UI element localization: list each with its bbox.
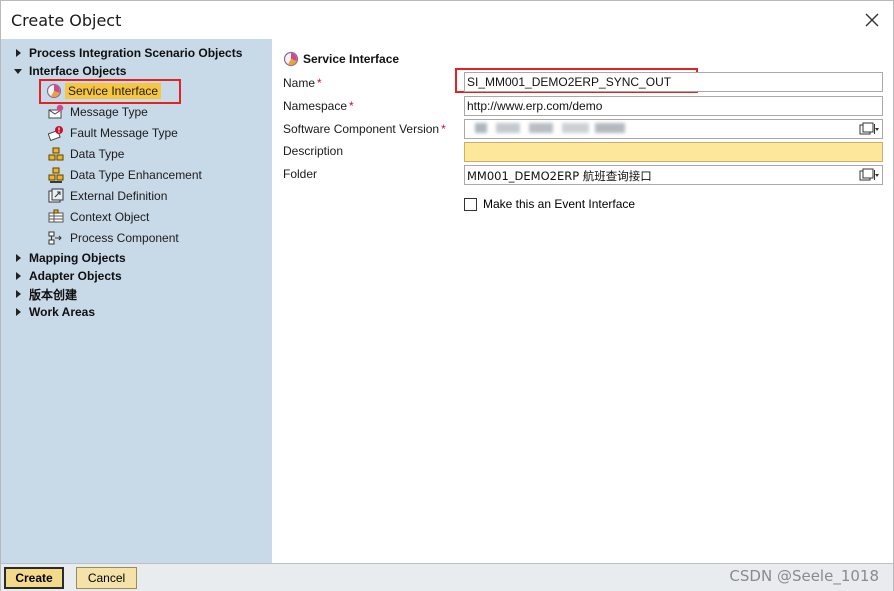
message-type-icon xyxy=(48,104,64,120)
expand-arrow-icon[interactable] xyxy=(13,47,23,59)
tree-group-adapter-objects[interactable]: Adapter Objects xyxy=(13,266,122,286)
title-bar: Create Object xyxy=(1,1,893,39)
service-interface-icon xyxy=(46,83,62,99)
tree-item-fault-message-type[interactable]: Fault Message Type xyxy=(48,123,178,143)
event-interface-option[interactable]: Make this an Event Interface xyxy=(464,197,635,211)
service-interface-icon xyxy=(283,51,299,67)
value-help-button[interactable] xyxy=(858,122,880,136)
tree-item-label: Process Component xyxy=(70,231,179,245)
tree-group-version-creation[interactable]: 版本创建 xyxy=(13,284,77,304)
tree-item-label: Data Type xyxy=(70,147,125,161)
required-marker: * xyxy=(349,99,354,113)
create-button[interactable]: Create xyxy=(4,567,64,589)
tree-item-process-component[interactable]: Process Component xyxy=(48,228,179,248)
tree-item-label: Fault Message Type xyxy=(70,126,178,140)
tree-group-mapping-objects[interactable]: Mapping Objects xyxy=(13,248,126,268)
expand-arrow-icon[interactable] xyxy=(13,270,23,282)
tree-group-process-integration-scenario-objects[interactable]: Process Integration Scenario Objects xyxy=(13,43,242,63)
folder-label: Folder xyxy=(283,167,318,181)
value-help-icon xyxy=(859,168,879,181)
process-component-icon xyxy=(48,230,64,246)
context-object-icon xyxy=(48,209,64,225)
tree-group-label: Process Integration Scenario Objects xyxy=(29,46,243,60)
fault-message-type-icon xyxy=(48,125,64,141)
tree-item-data-type[interactable]: Data Type xyxy=(48,144,124,164)
swcv-label: Software Component Version * xyxy=(283,122,446,136)
tree-item-label: Context Object xyxy=(70,210,150,224)
tree-group-label: Interface Objects xyxy=(29,64,127,78)
event-interface-checkbox[interactable] xyxy=(464,197,477,211)
tree-group-label: Adapter Objects xyxy=(29,269,122,283)
swcv-input[interactable] xyxy=(464,119,883,139)
tree-item-data-type-enhancement[interactable]: Data Type Enhancement xyxy=(48,165,202,185)
name-input[interactable]: SI_MM001_DEMO2ERP_SYNC_OUT xyxy=(464,72,883,92)
external-definition-icon xyxy=(48,188,64,204)
event-interface-label: Make this an Event Interface xyxy=(483,197,636,211)
tree-item-external-definition[interactable]: External Definition xyxy=(48,186,167,206)
close-button[interactable] xyxy=(859,7,885,33)
close-icon xyxy=(865,13,879,27)
expand-arrow-icon[interactable] xyxy=(13,252,23,264)
tree-group-work-areas[interactable]: Work Areas xyxy=(13,302,95,322)
tree-item-service-interface[interactable]: Service Interface xyxy=(46,81,162,101)
tree-group-label: Work Areas xyxy=(29,305,96,319)
swcv-redacted-blur xyxy=(475,123,625,133)
tree-group-label: 版本创建 xyxy=(29,287,78,302)
folder-input[interactable]: MM001_DEMO2ERP 航班查询接口 xyxy=(464,165,883,185)
description-input[interactable] xyxy=(464,142,883,162)
description-label: Description xyxy=(283,144,344,158)
data-type-enhancement-icon xyxy=(48,167,64,183)
object-form-panel: Service Interface Name * SI_MM001_DEMO2ER… xyxy=(272,39,893,563)
tree-item-label: Data Type Enhancement xyxy=(70,168,202,182)
watermark-text: CSDN @Seele_1018 xyxy=(729,567,879,585)
namespace-label: Namespace * xyxy=(283,99,354,113)
expand-arrow-icon[interactable] xyxy=(13,306,23,318)
tree-group-interface-objects[interactable]: Interface Objects xyxy=(13,61,126,81)
data-type-icon xyxy=(48,146,64,162)
required-marker: * xyxy=(441,122,446,136)
dialog-title: Create Object xyxy=(11,11,122,30)
tree-item-label: External Definition xyxy=(70,189,168,203)
namespace-input[interactable]: http://www.erp.com/demo xyxy=(464,96,883,116)
value-help-icon xyxy=(859,122,879,135)
object-type-tree: Process Integration Scenario Objects Int… xyxy=(1,39,272,563)
tree-item-label: Service Interface xyxy=(65,83,162,99)
expand-arrow-icon[interactable] xyxy=(13,288,23,300)
form-header-title: Service Interface xyxy=(303,52,400,66)
folder-value: MM001_DEMO2ERP 航班查询接口 xyxy=(467,169,652,183)
tree-item-message-type[interactable]: Message Type xyxy=(48,102,148,122)
collapse-arrow-icon[interactable] xyxy=(13,65,23,77)
form-header: Service Interface xyxy=(283,51,399,67)
tree-group-label: Mapping Objects xyxy=(29,251,126,265)
folder-value-help-button[interactable] xyxy=(858,168,880,182)
tree-item-context-object[interactable]: Context Object xyxy=(48,207,149,227)
dialog-button-bar: Create Cancel CSDN @Seele_1018 xyxy=(1,563,893,591)
create-object-dialog: Create Object Process Integration Scenar… xyxy=(0,0,894,591)
tree-item-label: Message Type xyxy=(70,105,148,119)
cancel-button[interactable]: Cancel xyxy=(76,567,137,589)
required-marker: * xyxy=(317,76,322,90)
name-label: Name * xyxy=(283,76,322,90)
